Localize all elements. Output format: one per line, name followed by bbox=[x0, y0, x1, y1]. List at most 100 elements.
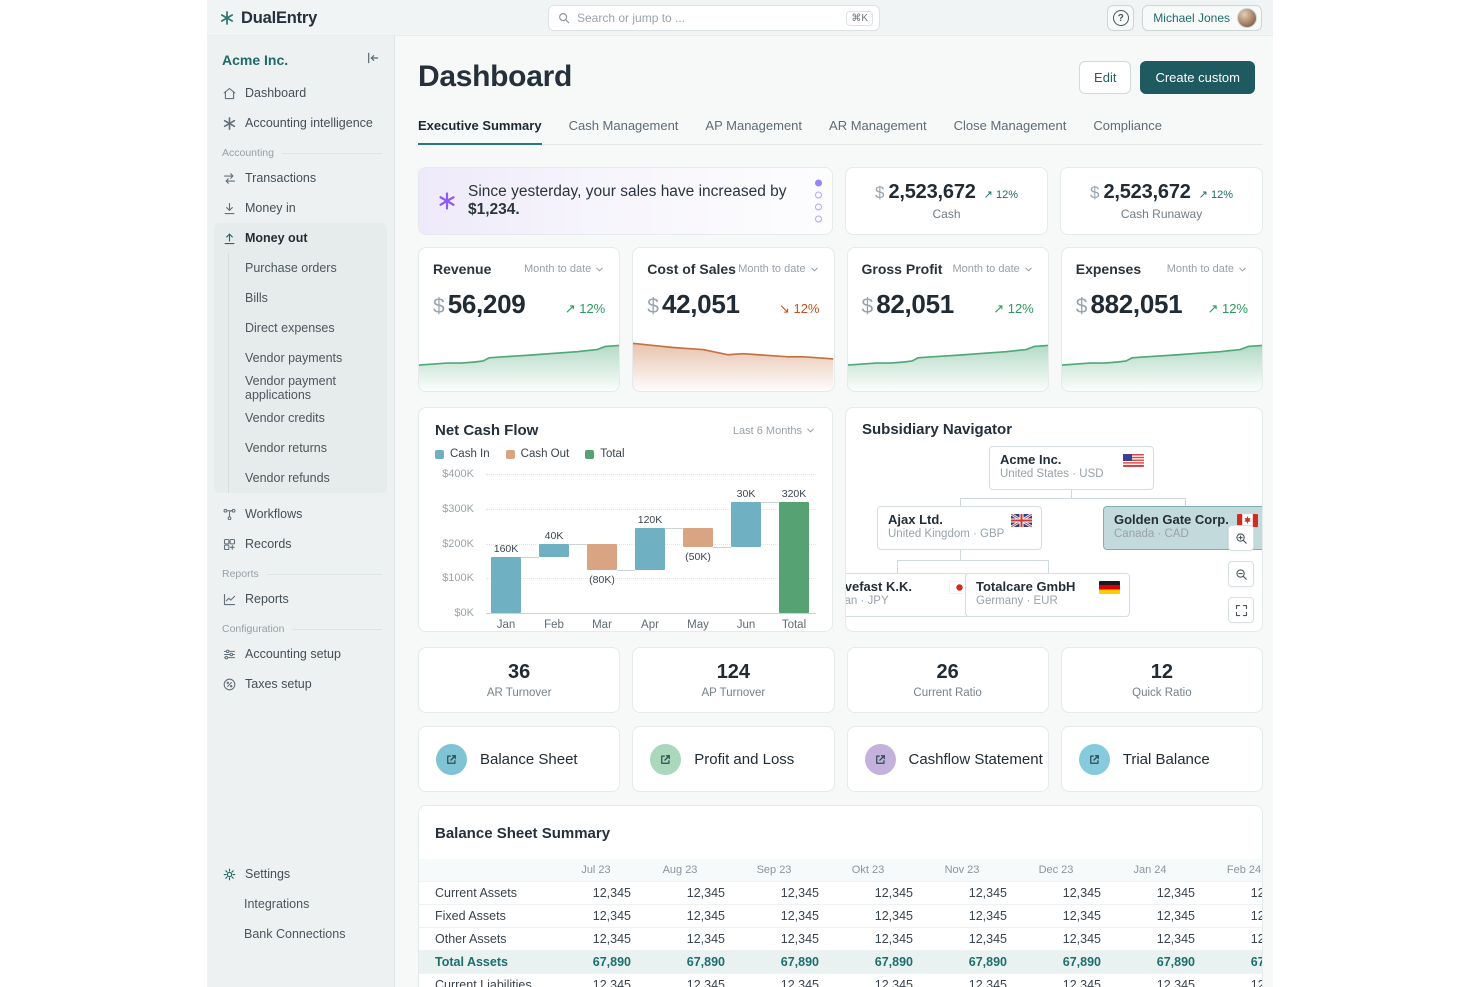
user-menu[interactable]: Michael Jones bbox=[1142, 5, 1262, 31]
sidebar-item-vendor-payment-applications[interactable]: Vendor payment applications bbox=[228, 373, 387, 403]
expenses-period-dropdown[interactable]: Month to date bbox=[1167, 263, 1248, 275]
help-button[interactable]: ? bbox=[1107, 5, 1134, 31]
table-cell: 12,345 bbox=[633, 978, 727, 987]
sidebar-section-configuration: Configuration bbox=[207, 621, 394, 637]
edit-button[interactable]: Edit bbox=[1079, 61, 1131, 94]
table-cell: 12,345 bbox=[821, 909, 915, 923]
balance-sheet-table: Jul 23Aug 23Sep 23Okt 23Nov 23Dec 23Jan … bbox=[419, 859, 1263, 987]
sidebar-item-direct-expenses[interactable]: Direct expenses bbox=[228, 313, 387, 343]
sidebar-item-money-in[interactable]: Money in bbox=[207, 193, 394, 223]
tab-ap-management[interactable]: AP Management bbox=[705, 118, 802, 145]
cashflow-statement-link[interactable]: Cashflow Statement bbox=[847, 726, 1049, 792]
records-icon bbox=[222, 537, 237, 552]
sidebar-item-reports[interactable]: Reports bbox=[207, 584, 394, 614]
pager-dot[interactable] bbox=[815, 216, 822, 223]
net-cash-flow-title: Net Cash Flow bbox=[435, 422, 538, 439]
x-axis-label: Apr bbox=[626, 619, 674, 631]
create-custom-button[interactable]: Create custom bbox=[1140, 61, 1255, 94]
bar-value-label: (50K) bbox=[674, 551, 722, 563]
expenses-card: Expenses Month to date $882,051 ↗ 12% bbox=[1061, 247, 1263, 392]
waterfall-bar-may bbox=[683, 528, 713, 547]
external-link-icon bbox=[650, 744, 681, 775]
table-cell: 12,345 bbox=[1103, 932, 1197, 946]
pager-dot[interactable] bbox=[815, 204, 822, 211]
pager-dot[interactable] bbox=[815, 192, 822, 199]
sidebar-item-vendor-payments[interactable]: Vendor payments bbox=[228, 343, 387, 373]
sidebar-item-money-out[interactable]: Money out bbox=[214, 223, 387, 253]
sidebar-section-accounting: Accounting bbox=[207, 145, 394, 161]
trial-balance-link[interactable]: Trial Balance bbox=[1061, 726, 1263, 792]
pager-dot[interactable] bbox=[815, 180, 822, 187]
sidebar-item-accounting-setup[interactable]: Accounting setup bbox=[207, 639, 394, 669]
sidebar-item-integrations[interactable]: Integrations bbox=[207, 889, 394, 919]
org-switcher[interactable]: Acme Inc. bbox=[222, 52, 288, 68]
uk-flag-icon bbox=[1011, 514, 1032, 527]
x-axis-label: May bbox=[674, 619, 722, 631]
table-cell: 12,345 bbox=[1103, 978, 1197, 987]
sidebar-item-purchase-orders[interactable]: Purchase orders bbox=[228, 253, 387, 283]
table-cell: 67,890 bbox=[559, 955, 633, 969]
tab-close-management[interactable]: Close Management bbox=[954, 118, 1067, 145]
help-icon: ? bbox=[1113, 10, 1129, 26]
chevron-down-icon bbox=[1237, 264, 1248, 275]
tab-compliance[interactable]: Compliance bbox=[1093, 118, 1162, 145]
external-link-icon bbox=[1079, 744, 1110, 775]
subsidiary-node-acme[interactable]: Acme Inc. United States · USD bbox=[989, 446, 1154, 490]
sidebar-item-records[interactable]: Records bbox=[207, 529, 394, 559]
sidebar-item-dashboard[interactable]: Dashboard bbox=[207, 78, 394, 108]
main-content: Dashboard Edit Create custom Executive S… bbox=[395, 36, 1273, 987]
sidebar-item-transactions[interactable]: Transactions bbox=[207, 163, 394, 193]
sidebar-item-settings[interactable]: Settings bbox=[207, 859, 394, 889]
org-connector bbox=[1185, 498, 1186, 506]
revenue-period-dropdown[interactable]: Month to date bbox=[524, 263, 605, 275]
header-cell: Sep 23 bbox=[727, 864, 821, 876]
subsidiary-node-ajax[interactable]: Ajax Ltd. United Kingdom · GBP bbox=[877, 506, 1042, 550]
table-cell: 12,345 bbox=[1009, 909, 1103, 923]
user-name: Michael Jones bbox=[1153, 11, 1230, 25]
cash-runaway-change: ↗ 12% bbox=[1199, 188, 1233, 201]
sidebar-item-taxes-setup[interactable]: Taxes setup bbox=[207, 669, 394, 699]
table-cell: 12,345 bbox=[559, 932, 633, 946]
table-cell: 67,890 bbox=[821, 955, 915, 969]
cost-of-sales-period-dropdown[interactable]: Month to date bbox=[738, 263, 819, 275]
table-cell: 12,345 bbox=[1197, 978, 1263, 987]
brand-logo: DualEntry bbox=[219, 0, 317, 36]
profit-and-loss-link[interactable]: Profit and Loss bbox=[632, 726, 834, 792]
search-input[interactable]: Search or jump to ... ⌘K bbox=[548, 5, 880, 31]
x-axis-label: Jan bbox=[482, 619, 530, 631]
tab-executive-summary[interactable]: Executive Summary bbox=[418, 118, 542, 145]
table-cell: 12,345 bbox=[821, 978, 915, 987]
balance-sheet-link[interactable]: Balance Sheet bbox=[418, 726, 620, 792]
sidebar-item-workflows[interactable]: Workflows bbox=[207, 499, 394, 529]
waterfall-bar-total bbox=[779, 502, 809, 613]
waterfall-connector bbox=[665, 528, 683, 529]
sidebar-item-bills[interactable]: Bills bbox=[228, 283, 387, 313]
sidebar-item-accounting-intelligence[interactable]: Accounting intelligence bbox=[207, 108, 394, 138]
cost-of-sales-sparkline bbox=[633, 333, 833, 391]
sidebar-item-vendor-returns[interactable]: Vendor returns bbox=[228, 433, 387, 463]
subsidiary-node-movefast[interactable]: Movefast K.K. Japan · JPY bbox=[845, 573, 980, 617]
table-cell: 12,345 bbox=[633, 909, 727, 923]
x-axis-label: Mar bbox=[578, 619, 626, 631]
tab-cash-management[interactable]: Cash Management bbox=[569, 118, 679, 145]
zoom-in-button[interactable] bbox=[1228, 525, 1254, 551]
sidebar-item-bank-connections[interactable]: Bank Connections bbox=[207, 919, 394, 949]
sidebar-item-vendor-credits[interactable]: Vendor credits bbox=[228, 403, 387, 433]
gross-profit-period-dropdown[interactable]: Month to date bbox=[952, 263, 1033, 275]
sidebar-collapse-button[interactable] bbox=[365, 50, 381, 66]
net-cash-flow-period-dropdown[interactable]: Last 6 Months bbox=[733, 425, 816, 437]
table-cell: 12,345 bbox=[1197, 932, 1263, 946]
reports-icon bbox=[222, 592, 237, 607]
app-window: DualEntry Search or jump to ... ⌘K ? Mic… bbox=[207, 0, 1273, 987]
row-label: Other Assets bbox=[419, 932, 559, 946]
fullscreen-button[interactable] bbox=[1228, 597, 1254, 623]
zoom-out-button[interactable] bbox=[1228, 561, 1254, 587]
bar-value-label: 40K bbox=[530, 530, 578, 542]
table-cell: 12,345 bbox=[1103, 909, 1197, 923]
sidebar-item-vendor-refunds[interactable]: Vendor refunds bbox=[228, 463, 387, 493]
transactions-icon bbox=[222, 171, 237, 186]
tab-ar-management[interactable]: AR Management bbox=[829, 118, 927, 145]
subsidiary-node-totalcare[interactable]: Totalcare GmbH Germany · EUR bbox=[965, 573, 1130, 617]
row-label: Current Assets bbox=[419, 886, 559, 900]
table-cell: 67,890 bbox=[915, 955, 1009, 969]
